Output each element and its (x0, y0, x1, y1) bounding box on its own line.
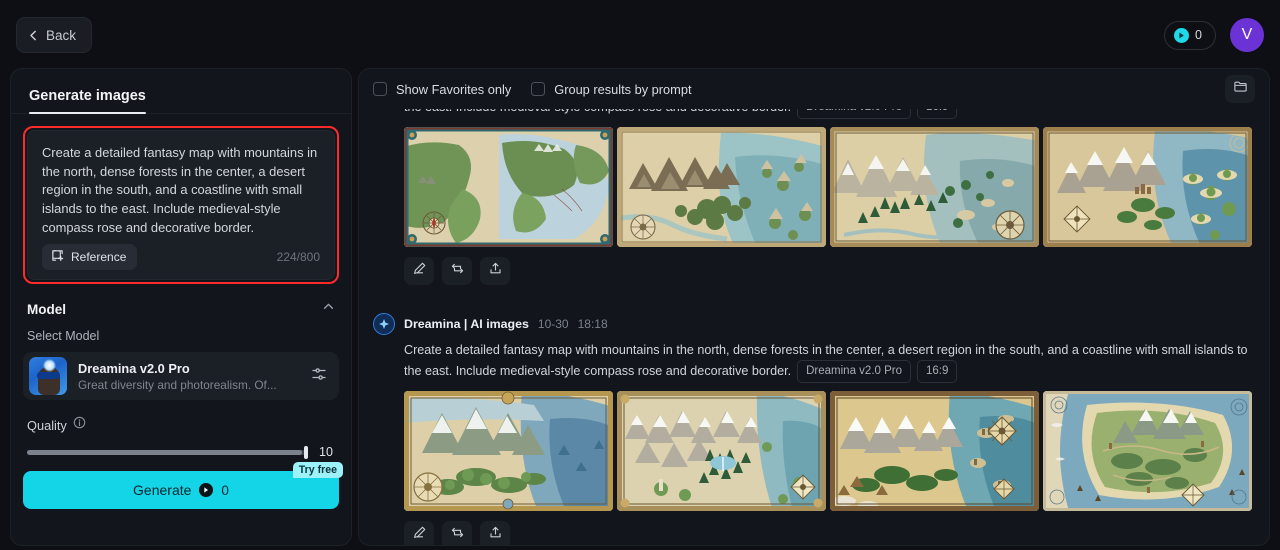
result-image[interactable] (1043, 127, 1252, 247)
generate-label: Generate (133, 482, 192, 498)
result-image[interactable] (1043, 391, 1252, 511)
result-image[interactable] (830, 391, 1039, 511)
ratio-chip: 16:9 (917, 360, 958, 383)
result-time: 18:18 (577, 317, 608, 331)
chevron-left-icon (28, 30, 39, 41)
result-date: 10-30 (537, 317, 569, 331)
tab-label: Generate images (29, 88, 146, 104)
quality-row: Quality (11, 400, 351, 434)
info-icon[interactable] (73, 416, 86, 434)
result-block: Dreamina | AI images 10-30 18:18 Create … (373, 307, 1255, 545)
credit-coin-icon (199, 483, 214, 497)
char-counter: 224/800 (276, 249, 320, 264)
select-model-label: Select Model (27, 329, 100, 343)
results-toolbar: Show Favorites only Group results by pro… (359, 69, 1269, 109)
model-info: Dreamina v2.0 Pro Great diversity and ph… (78, 361, 300, 392)
generate-panel: Generate images Create a detailed fantas… (10, 68, 352, 546)
top-bar-right: 0 V (1164, 18, 1264, 52)
regenerate-button[interactable] (442, 257, 472, 285)
pencil-icon (412, 525, 427, 545)
result-image[interactable] (617, 391, 826, 511)
model-thumbnail (29, 357, 67, 395)
image-add-icon (51, 249, 64, 265)
prompt-footer: Reference 224/800 (42, 243, 320, 270)
upload-icon (488, 525, 503, 545)
back-label: Back (46, 27, 77, 43)
show-favorites-label: Show Favorites only (396, 81, 512, 97)
avatar-initial: V (1241, 26, 1253, 43)
result-prompt: Create a detailed fantasy map with mount… (373, 341, 1255, 383)
model-name: Dreamina v2.0 Pro (78, 360, 190, 376)
quality-label: Quality (27, 417, 67, 433)
result-image[interactable] (404, 391, 613, 511)
prompt-highlight-frame: Create a detailed fantasy map with mount… (23, 126, 339, 284)
credits-value: 0 (1195, 28, 1202, 42)
quality-value: 10 (319, 445, 333, 459)
upload-icon (488, 261, 503, 281)
result-image[interactable] (404, 127, 613, 247)
generate-button[interactable]: Generate 0 (23, 471, 339, 509)
results-scroll-area[interactable]: Create a detailed fantasy map with mount… (359, 69, 1269, 545)
model-description: Great diversity and photorealism. Of... (78, 377, 277, 392)
edit-button[interactable] (404, 257, 434, 285)
credit-coin-icon (1174, 27, 1190, 43)
reference-label: Reference (71, 249, 127, 264)
model-section-header: Model (11, 284, 351, 318)
result-actions (373, 521, 1255, 545)
top-bar: Back 0 V (0, 0, 1280, 70)
folder-icon (1233, 79, 1248, 99)
result-image[interactable] (830, 127, 1039, 247)
edit-button[interactable] (404, 521, 434, 545)
checkbox-box[interactable] (373, 82, 387, 96)
group-results-label: Group results by prompt (554, 81, 692, 97)
credits-badge[interactable]: 0 (1164, 20, 1216, 50)
reference-button[interactable]: Reference (42, 243, 138, 270)
sparkle-icon (373, 313, 395, 335)
folder-button[interactable] (1225, 75, 1255, 103)
results-panel: Create a detailed fantasy map with mount… (358, 68, 1270, 546)
model-chip: Dreamina v2.0 Pro (797, 360, 911, 383)
loop-arrows-icon (450, 261, 465, 281)
regenerate-button[interactable] (442, 521, 472, 545)
quality-slider[interactable] (27, 445, 308, 459)
generate-button-wrap: Generate 0 Try free (23, 462, 343, 509)
show-favorites-checkbox[interactable]: Show Favorites only (373, 82, 511, 97)
quality-slider-row: 10 (11, 434, 351, 459)
result-block-header: Dreamina | AI images 10-30 18:18 (373, 313, 1255, 335)
source-name: Dreamina | AI images (404, 317, 529, 331)
tab-generate-images[interactable]: Generate images (29, 88, 146, 114)
sliders-icon[interactable] (311, 366, 327, 387)
chevron-up-icon[interactable] (322, 300, 335, 318)
checkbox-box[interactable] (531, 82, 546, 96)
model-section-title: Model (27, 301, 66, 317)
share-button[interactable] (480, 257, 510, 285)
result-image-row (373, 391, 1255, 511)
model-card[interactable]: Dreamina v2.0 Pro Great diversity and ph… (23, 352, 339, 400)
avatar[interactable]: V (1230, 18, 1264, 52)
pencil-icon (412, 261, 427, 281)
result-image[interactable] (617, 127, 826, 247)
result-image-row (373, 127, 1255, 247)
slider-fill (27, 449, 303, 455)
result-actions (373, 257, 1255, 285)
prompt-input-box[interactable]: Create a detailed fantasy map with mount… (27, 130, 335, 280)
try-free-badge: Try free (292, 462, 343, 478)
slider-handle[interactable] (304, 445, 308, 459)
back-button[interactable]: Back (16, 17, 93, 53)
panel-tab-bar: Generate images (11, 69, 351, 114)
loop-arrows-icon (450, 525, 465, 545)
share-button[interactable] (480, 521, 510, 545)
group-results-checkbox[interactable]: Group results by prompt (531, 81, 692, 97)
generate-cost: 0 (221, 482, 229, 498)
prompt-text[interactable]: Create a detailed fantasy map with mount… (42, 144, 320, 238)
